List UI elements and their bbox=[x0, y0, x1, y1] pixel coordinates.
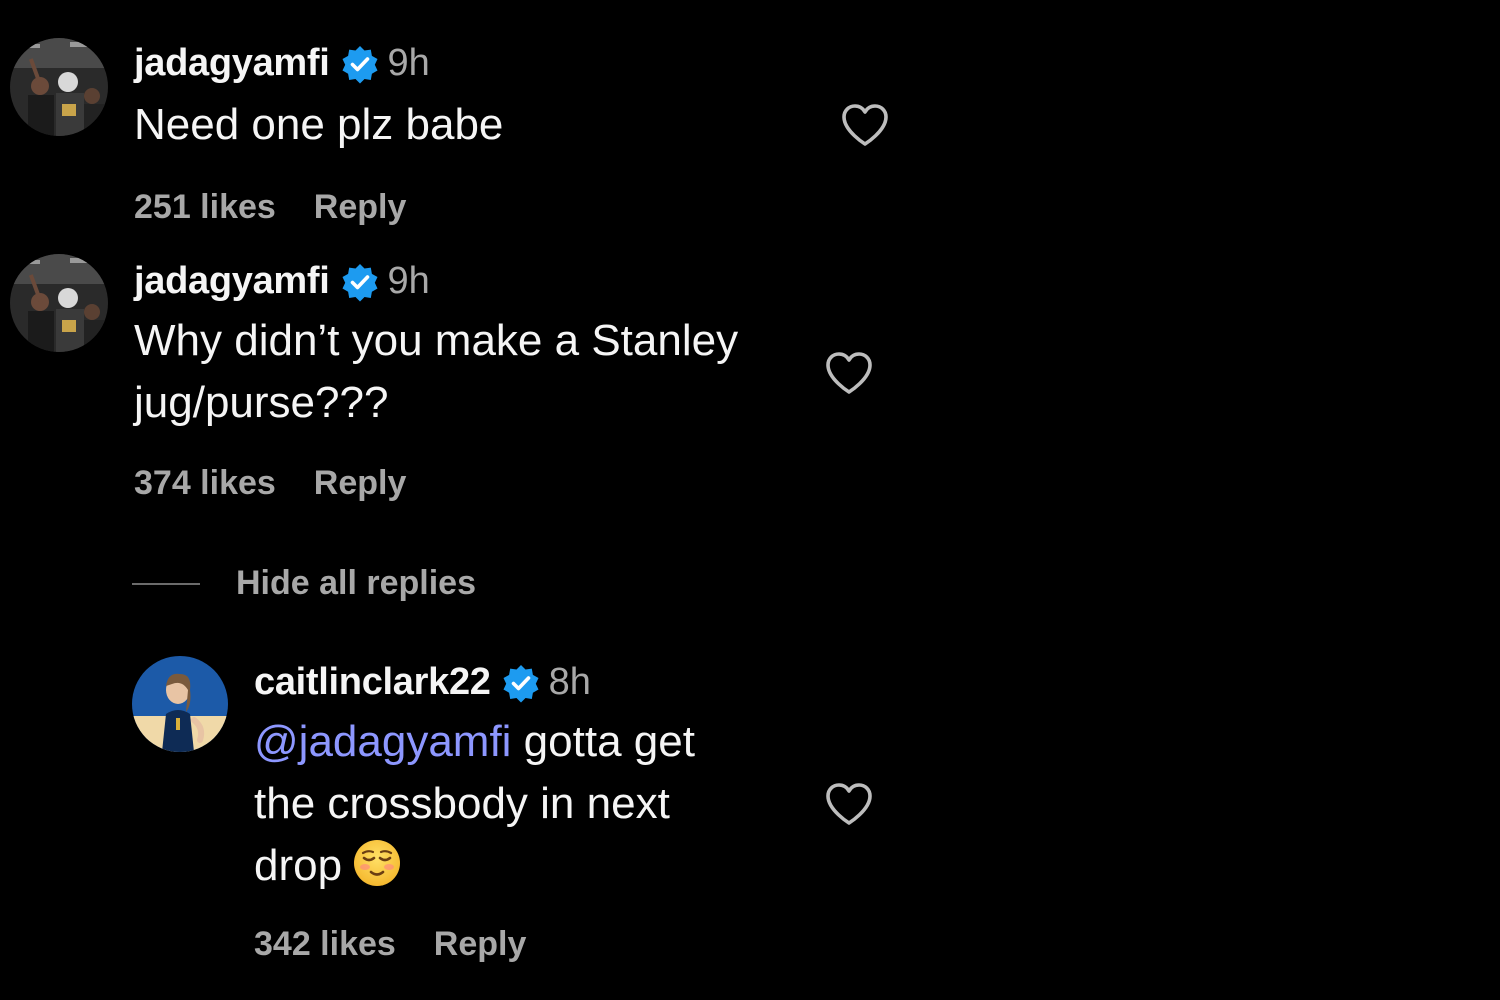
comment-line-text: drop bbox=[254, 841, 343, 890]
heart-outline-icon[interactable] bbox=[840, 102, 890, 148]
heart-outline-icon[interactable] bbox=[824, 781, 874, 827]
comment-meta: 374 likes Reply bbox=[134, 464, 406, 503]
avatar[interactable] bbox=[10, 38, 108, 136]
timestamp: 9h bbox=[387, 260, 430, 302]
reply-button[interactable]: Reply bbox=[314, 188, 407, 227]
mention-link[interactable]: @jadagyamfi bbox=[254, 717, 511, 766]
likes-count[interactable]: 374 likes bbox=[134, 464, 276, 503]
verified-badge-icon bbox=[503, 664, 539, 702]
reply-button[interactable]: Reply bbox=[434, 925, 527, 964]
comment-line-text: gotta get bbox=[511, 717, 695, 766]
comment-line: @jadagyamfi gotta get bbox=[254, 711, 695, 773]
comment-meta: 342 likes Reply bbox=[254, 925, 526, 964]
comment-header: caitlinclark22 8h bbox=[254, 661, 591, 704]
comment-text: @jadagyamfi gotta get the crossbody in n… bbox=[254, 711, 695, 897]
comment-line: drop bbox=[254, 835, 695, 897]
avatar-photo bbox=[132, 656, 228, 752]
verified-badge-icon bbox=[342, 45, 378, 83]
hide-replies-label[interactable]: Hide all replies bbox=[236, 564, 476, 603]
avatar-photo bbox=[10, 38, 108, 136]
username[interactable]: caitlinclark22 bbox=[254, 661, 491, 704]
verified-badge-icon bbox=[342, 263, 378, 301]
likes-count[interactable]: 342 likes bbox=[254, 925, 396, 964]
comment-header: jadagyamfi 9h bbox=[134, 42, 430, 85]
avatar-photo bbox=[10, 254, 108, 352]
comment-text: Need one plz babe bbox=[134, 94, 503, 156]
timestamp: 9h bbox=[387, 42, 430, 84]
comment-meta: 251 likes Reply bbox=[134, 188, 406, 227]
comment-line: the crossbody in next bbox=[254, 779, 670, 828]
timestamp: 8h bbox=[548, 661, 591, 703]
reply-button[interactable]: Reply bbox=[314, 464, 407, 503]
likes-count[interactable]: 251 likes bbox=[134, 188, 276, 227]
avatar[interactable] bbox=[10, 254, 108, 352]
replies-divider bbox=[132, 582, 200, 585]
hide-replies-toggle[interactable]: Hide all replies bbox=[132, 564, 476, 603]
username[interactable]: jadagyamfi bbox=[134, 260, 330, 303]
comment-header: jadagyamfi 9h bbox=[134, 260, 430, 303]
comment-line: jug/purse??? bbox=[134, 378, 389, 427]
comment-line: Need one plz babe bbox=[134, 100, 504, 149]
relieved-face-emoji bbox=[354, 840, 401, 886]
heart-outline-icon[interactable] bbox=[824, 350, 874, 396]
comment-text: Why didn’t you make a Stanley jug/purse?… bbox=[134, 310, 738, 434]
avatar[interactable] bbox=[132, 656, 228, 752]
username[interactable]: jadagyamfi bbox=[134, 42, 330, 85]
comment-line: Why didn’t you make a Stanley bbox=[134, 316, 739, 365]
